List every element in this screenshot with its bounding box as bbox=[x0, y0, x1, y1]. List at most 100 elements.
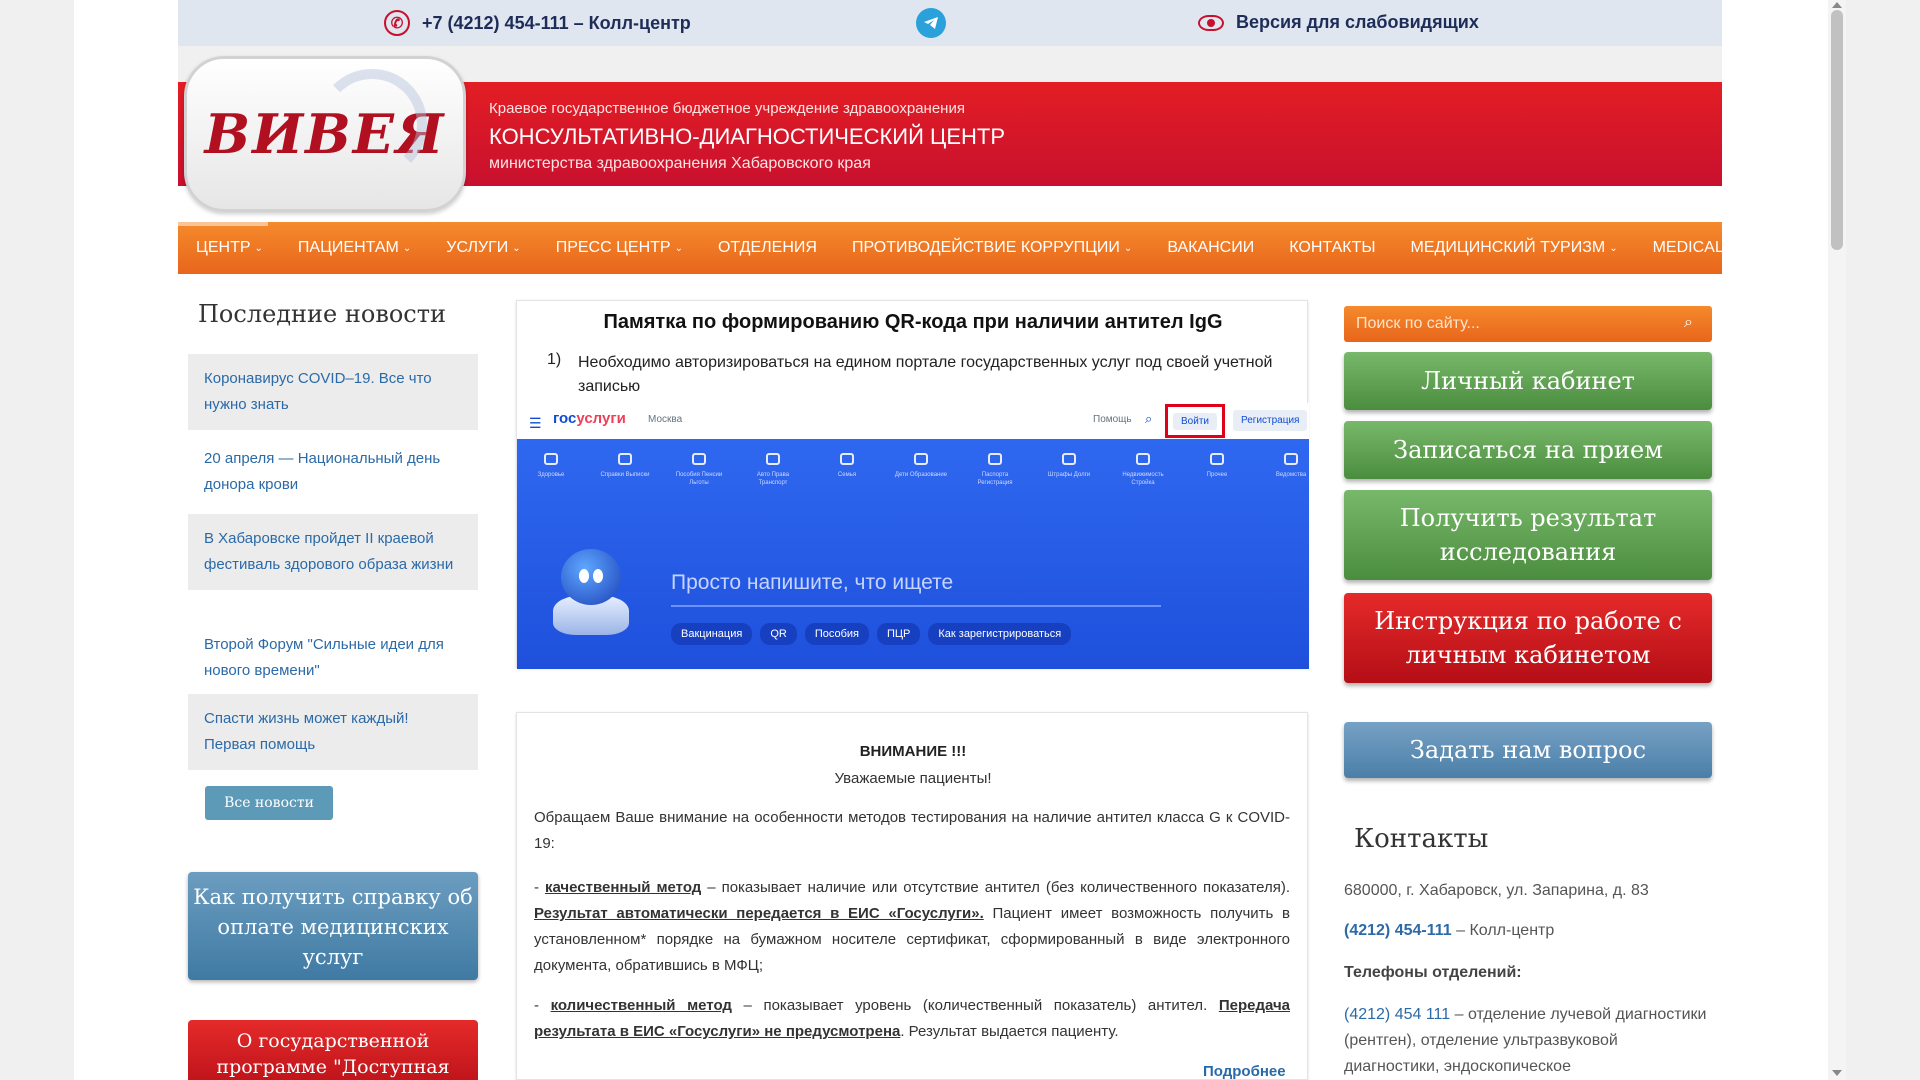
gosuslugi-category: Ведомства bbox=[1261, 453, 1321, 479]
gosuslugi-logo-b: услуги bbox=[576, 410, 626, 427]
ask-question-button[interactable]: Задать нам вопрос bbox=[1344, 722, 1712, 778]
notice-quantitative: - количественный метод – показывает уров… bbox=[534, 993, 1290, 1045]
nav-item-label: УСЛУГИ bbox=[446, 239, 509, 256]
read-more-link[interactable]: Подробнее bbox=[1203, 1063, 1286, 1080]
gosuslugi-chips: Вакцинация QR Пособия ПЦР Как зарегистрирова… bbox=[671, 623, 1072, 645]
department-phone-link[interactable]: (4212) 454 111 bbox=[1344, 1006, 1450, 1023]
nav-item-label: ПРОТИВОДЕЙСТВИЕ КОРРУПЦИИ bbox=[851, 239, 1120, 256]
gosuslugi-category: Семья bbox=[817, 453, 877, 479]
nav-item-label: MEDICAL TOURISM bbox=[1652, 239, 1801, 256]
category-icon bbox=[618, 453, 632, 465]
gosuslugi-chip: Пособия bbox=[804, 623, 869, 645]
qualitative-result-note: Результат автоматически передается в ЕИС… bbox=[534, 905, 984, 922]
search-icon[interactable]: ⌕ bbox=[1684, 314, 1693, 332]
news-item[interactable]: Спасти жизнь может каждый! Первая помощь bbox=[188, 694, 478, 770]
gosuslugi-screenshot-banner: Здоровье Справки Выписки Пособия Пенсии Ль… bbox=[517, 439, 1309, 669]
main-nav: ЦЕНТР ⌄ ПАЦИЕНТАМ ⌄ УСЛУГИ ⌄ ПРЕСС ЦЕНТР ⌄ ОТДЕЛ… bbox=[178, 222, 1813, 274]
nav-item[interactable]: ПАЦИЕНТАМ ⌄ bbox=[298, 239, 411, 257]
all-news-button[interactable]: Все новости bbox=[205, 786, 333, 820]
chevron-down-icon: ⌄ bbox=[1609, 242, 1618, 254]
site-search: ⌕ bbox=[1344, 306, 1712, 342]
nav-item[interactable]: ЦЕНТР ⌄ bbox=[196, 239, 263, 257]
news-item[interactable]: Коронавирус COVID–19. Все что нужно знат… bbox=[188, 354, 478, 430]
qualitative-description: – показывает наличие или отсутствие анти… bbox=[701, 879, 1290, 896]
category-icon bbox=[1210, 453, 1224, 465]
gosuslugi-category: Здоровье bbox=[521, 453, 581, 479]
contacts-phone-row: (4212) 454-111 – Колл-центр bbox=[1344, 922, 1554, 940]
nav-item[interactable]: ВАКАНСИИ bbox=[1167, 239, 1254, 257]
scrollbar-thumb[interactable] bbox=[1831, 10, 1843, 250]
category-label: Дети Образование bbox=[894, 472, 948, 478]
category-label: Ведомства bbox=[1275, 472, 1307, 478]
account-instructions-button[interactable]: Инструкция по работе с личным кабинетом bbox=[1344, 593, 1712, 683]
logo-wing-icon bbox=[317, 69, 427, 179]
nav-item-label: ПАЦИЕНТАМ bbox=[297, 239, 399, 256]
category-icon bbox=[988, 453, 1002, 465]
memo-step-number: 1) bbox=[547, 351, 562, 368]
gosuslugi-logo-a: гос bbox=[553, 410, 577, 427]
notice-dash: - bbox=[534, 879, 545, 896]
personal-account-button[interactable]: Личный кабинет bbox=[1344, 352, 1712, 410]
contacts-phone-link[interactable]: (4212) 454-111 bbox=[1344, 922, 1452, 939]
nav-item[interactable]: ПРЕСС ЦЕНТР ⌄ bbox=[556, 239, 683, 257]
gosuslugi-register: Регистрация bbox=[1233, 410, 1308, 431]
top-bar: ✆ +7 (4212) 454-111 – Колл-центр Версия … bbox=[178, 0, 1722, 46]
telegram-icon[interactable] bbox=[916, 8, 946, 38]
nav-item[interactable]: УСЛУГИ ⌄ bbox=[446, 239, 520, 257]
news-item[interactable]: Второй Форум "Сильные идеи для нового вр… bbox=[188, 620, 478, 696]
scroll-up-arrow-icon[interactable] bbox=[1832, 2, 1842, 8]
search-input[interactable] bbox=[1356, 315, 1676, 333]
notice-intro: Обращаем Ваше внимание на особенности ме… bbox=[534, 809, 1290, 852]
gosuslugi-chip: ПЦР bbox=[876, 623, 921, 645]
nav-item[interactable]: МЕДИЦИНСКИЙ ТУРИЗМ ⌄ bbox=[1411, 239, 1618, 257]
call-center-text: +7 (4212) 454-111 – Колл-центр bbox=[422, 12, 691, 33]
quantitative-method-label: количественный метод bbox=[550, 997, 732, 1014]
nav-item-label: ОТДЕЛЕНИЯ bbox=[717, 239, 817, 256]
payment-certificate-button[interactable]: Как получить справку об оплате медицинск… bbox=[188, 872, 478, 980]
gosuslugi-city: Москва bbox=[648, 414, 683, 425]
site-logo[interactable]: ВИВЕЯ bbox=[184, 56, 466, 212]
call-center-phone[interactable]: ✆ +7 (4212) 454-111 – Колл-центр bbox=[384, 10, 691, 36]
eye-icon bbox=[1198, 14, 1224, 31]
gosuslugi-category: Авто Права Транспорт bbox=[743, 453, 803, 487]
get-results-button[interactable]: Получить результат исследования bbox=[1344, 490, 1712, 580]
nav-item-label: КОНТАКТЫ bbox=[1289, 239, 1376, 256]
chevron-down-icon: ⌄ bbox=[512, 242, 521, 254]
gosuslugi-category: Пособия Пенсии Льготы bbox=[669, 453, 729, 487]
robot-mascot-icon bbox=[545, 549, 637, 649]
nav-active-indicator bbox=[178, 222, 268, 226]
category-icon bbox=[1062, 453, 1076, 465]
gosuslugi-category: Дети Образование bbox=[891, 453, 951, 479]
category-icon bbox=[766, 453, 780, 465]
gosuslugi-screenshot-header: ☰ госуслуги Москва Помощь ⌕ Войти Регист… bbox=[517, 403, 1309, 439]
memo-title: Памятка по формированию QR-кода при нали… bbox=[603, 311, 1223, 333]
gosuslugi-category: Недвижимость Стройка bbox=[1113, 453, 1173, 487]
gosuslugi-chip: QR bbox=[760, 623, 797, 645]
category-label: Недвижимость Стройка bbox=[1122, 472, 1164, 486]
gosuslugi-category: Штрафы Долги bbox=[1039, 453, 1099, 479]
news-item[interactable]: 20 апреля — Национальный день донора кро… bbox=[188, 434, 478, 510]
notice-qualitative: - качественный метод – показывает наличи… bbox=[534, 875, 1290, 979]
nav-item[interactable]: ПРОТИВОДЕЙСТВИЕ КОРРУПЦИИ ⌄ bbox=[852, 239, 1132, 257]
org-name: КОНСУЛЬТАТИВНО-ДИАГНОСТИЧЕСКИЙ ЦЕНТР bbox=[489, 124, 1005, 149]
chevron-down-icon: ⌄ bbox=[254, 242, 263, 254]
scroll-down-arrow-icon[interactable] bbox=[1832, 1070, 1842, 1076]
gosuslugi-category: Справки Выписки bbox=[595, 453, 655, 479]
nav-item[interactable]: ОТДЕЛЕНИЯ bbox=[718, 239, 817, 257]
contacts-address: 680000, г. Хабаровск, ул. Запарина, д. 8… bbox=[1344, 882, 1649, 899]
news-item[interactable]: В Хабаровске пройдет II краевой фестивал… bbox=[188, 514, 478, 590]
nav-item-label: ЦЕНТР bbox=[196, 239, 251, 256]
book-appointment-button[interactable]: Записаться на прием bbox=[1344, 421, 1712, 479]
category-icon bbox=[692, 453, 706, 465]
contacts-title: Контакты bbox=[1354, 824, 1489, 854]
state-program-button[interactable]: О государственной программе "Доступная bbox=[188, 1020, 478, 1080]
nav-item[interactable]: КОНТАКТЫ bbox=[1289, 239, 1375, 257]
qr-memo-card: Памятка по формированию QR-кода при нали… bbox=[516, 300, 1309, 669]
nav-item[interactable]: MEDICAL TOURISM ⌄ bbox=[1653, 239, 1814, 257]
nav-item-label: ВАКАНСИИ bbox=[1167, 239, 1255, 256]
low-vision-link[interactable]: Версия для слабовидящих bbox=[1198, 12, 1479, 33]
gosuslugi-logo: госуслуги bbox=[553, 410, 626, 427]
gosuslugi-chip: Вакцинация bbox=[671, 623, 753, 645]
gosuslugi-chip: Как зарегистрироваться bbox=[928, 623, 1072, 645]
notice-greeting: Уважаемые пациенты! bbox=[834, 770, 992, 787]
